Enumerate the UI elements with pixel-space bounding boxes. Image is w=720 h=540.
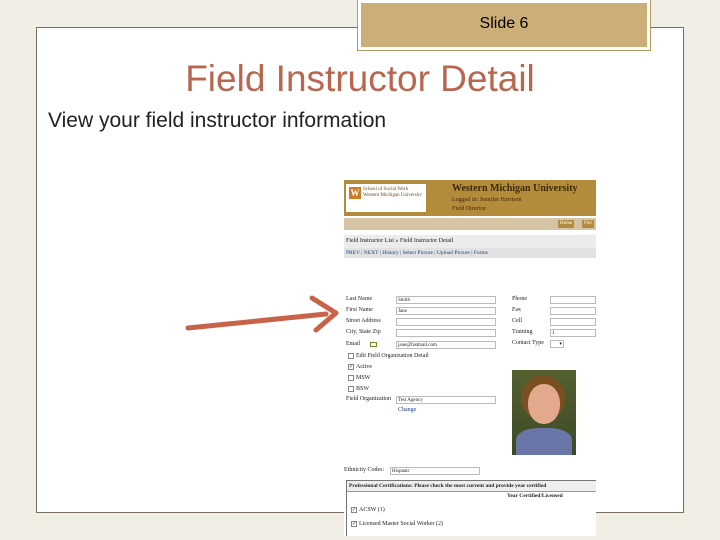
arrow-shaft (185, 311, 329, 331)
pointer-arrow (185, 295, 339, 333)
